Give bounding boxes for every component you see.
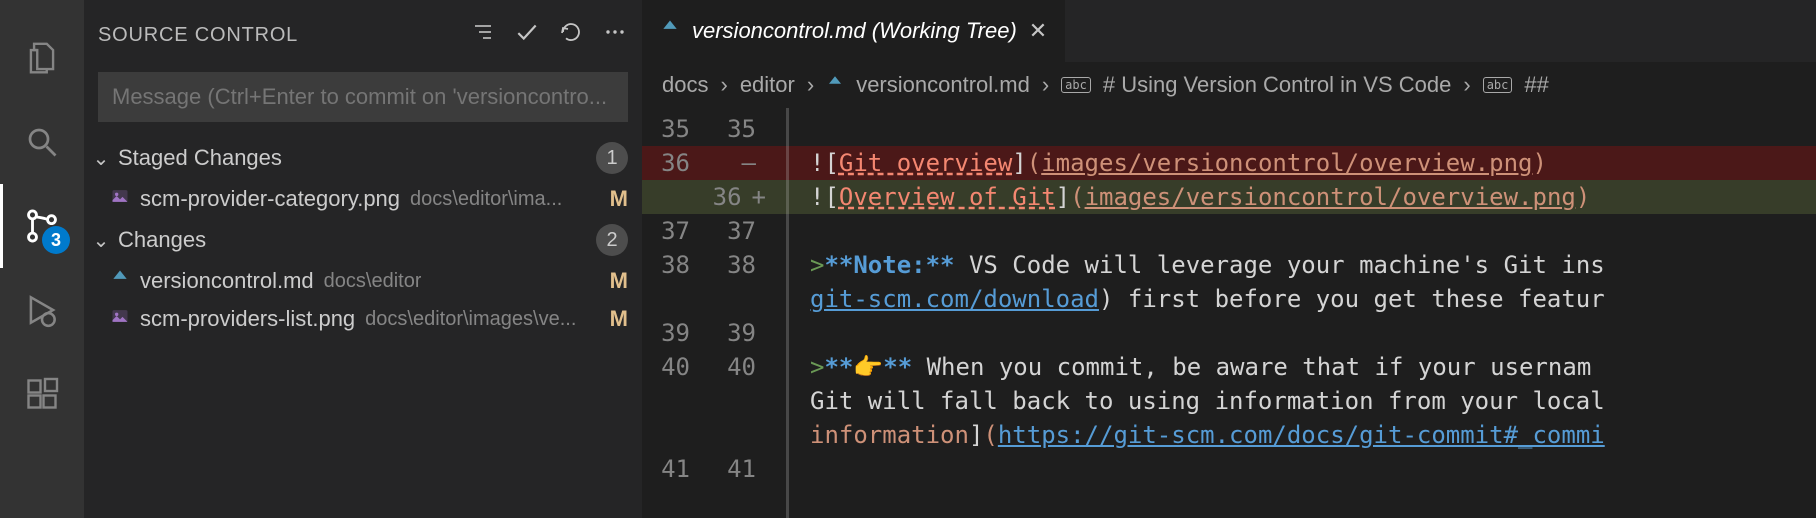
activity-bar: 3 xyxy=(0,0,84,518)
image-file-icon xyxy=(110,186,130,212)
breadcrumb-item[interactable]: ## xyxy=(1524,72,1548,98)
activity-scm[interactable]: 3 xyxy=(0,184,84,268)
scm-badge: 3 xyxy=(42,226,70,254)
tab-title: versioncontrol.md (Working Tree) xyxy=(692,18,1017,44)
tab-bar: versioncontrol.md (Working Tree) ✕ xyxy=(642,0,1816,62)
file-name: scm-provider-category.png xyxy=(140,186,400,212)
file-name: scm-providers-list.png xyxy=(140,306,355,332)
modified-status: M xyxy=(610,306,628,332)
breadcrumb-item[interactable]: docs xyxy=(662,72,708,98)
symbol-string-icon: abc xyxy=(1061,77,1091,93)
commit-icon[interactable] xyxy=(514,19,540,51)
markdown-file-icon xyxy=(826,74,844,97)
markdown-file-icon xyxy=(660,18,680,44)
changed-file[interactable]: scm-providers-list.png docs\editor\image… xyxy=(84,300,642,338)
changes-count: 2 xyxy=(596,224,628,256)
more-actions-icon[interactable] xyxy=(602,20,628,50)
editor-area: versioncontrol.md (Working Tree) ✕ docs … xyxy=(642,0,1816,518)
markdown-file-icon xyxy=(110,268,130,294)
commit-message-input[interactable] xyxy=(98,72,628,122)
line-gutter: 353536—36+37373838393940404141 xyxy=(642,108,774,518)
file-name: versioncontrol.md xyxy=(140,268,314,294)
chevron-right-icon: › xyxy=(807,72,814,98)
breadcrumb-item[interactable]: versioncontrol.md xyxy=(856,72,1030,98)
view-tree-icon[interactable] xyxy=(470,20,496,50)
activity-extensions[interactable] xyxy=(0,352,84,436)
breadcrumb-item[interactable]: editor xyxy=(740,72,795,98)
file-path: docs\editor xyxy=(324,270,422,293)
file-path: docs\editor\ima... xyxy=(410,188,562,211)
modified-status: M xyxy=(610,186,628,212)
image-file-icon xyxy=(110,306,130,332)
diff-editor[interactable]: 353536—36+37373838393940404141 ![Git ove… xyxy=(642,108,1816,518)
staged-file[interactable]: scm-provider-category.png docs\editor\im… xyxy=(84,180,642,218)
close-icon[interactable]: ✕ xyxy=(1029,18,1047,44)
section-staged[interactable]: ⌄ Staged Changes 1 xyxy=(84,136,642,180)
breadcrumb[interactable]: docs › editor › versioncontrol.md › abc … xyxy=(642,62,1816,108)
activity-debug[interactable] xyxy=(0,268,84,352)
file-path: docs\editor\images\ve... xyxy=(365,308,576,331)
tab-versioncontrol[interactable]: versioncontrol.md (Working Tree) ✕ xyxy=(642,0,1065,62)
sidebar-title: SOURCE CONTROL xyxy=(98,24,452,47)
activity-search[interactable] xyxy=(0,100,84,184)
chevron-down-icon: ⌄ xyxy=(90,228,112,253)
files-icon xyxy=(23,39,61,77)
run-debug-icon xyxy=(23,291,61,329)
breadcrumb-item[interactable]: # Using Version Control in VS Code xyxy=(1103,72,1452,98)
activity-explorer[interactable] xyxy=(0,16,84,100)
chevron-right-icon: › xyxy=(1463,72,1470,98)
staged-count: 1 xyxy=(596,142,628,174)
chevron-right-icon: › xyxy=(720,72,727,98)
modified-status: M xyxy=(610,268,628,294)
symbol-string-icon: abc xyxy=(1483,77,1513,93)
source-control-panel: SOURCE CONTROL ⌄ Staged Changes 1 scm-pr… xyxy=(84,0,642,518)
section-changes[interactable]: ⌄ Changes 2 xyxy=(84,218,642,262)
code-lines: ![Git overview](images/versioncontrol/ov… xyxy=(774,108,1816,518)
changed-file[interactable]: versioncontrol.md docs\editor M xyxy=(84,262,642,300)
extensions-icon xyxy=(24,376,60,412)
search-icon xyxy=(24,124,60,160)
section-label: Staged Changes xyxy=(118,145,282,171)
chevron-down-icon: ⌄ xyxy=(90,146,112,171)
section-label: Changes xyxy=(118,227,206,253)
sidebar-header: SOURCE CONTROL xyxy=(84,8,642,62)
refresh-icon[interactable] xyxy=(558,20,584,50)
chevron-right-icon: › xyxy=(1042,72,1049,98)
